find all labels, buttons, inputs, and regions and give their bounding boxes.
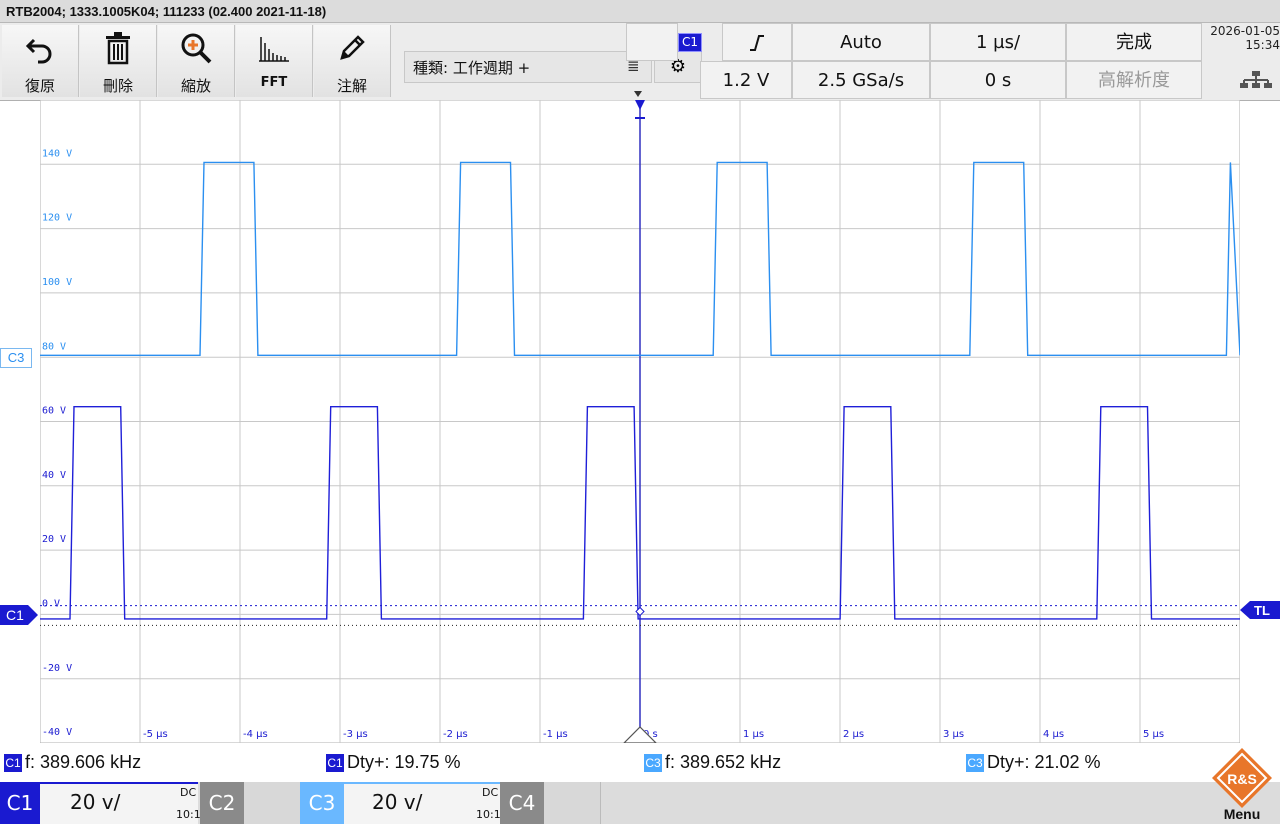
undo-button[interactable]: 復原 xyxy=(2,25,79,97)
logo-text: R&S xyxy=(1227,771,1257,787)
annotate-button[interactable]: 注解 xyxy=(314,25,391,97)
c1-y-tick-label: -40 V xyxy=(42,727,72,738)
x-tick-label: -5 µs xyxy=(143,729,168,740)
graticule xyxy=(40,100,1240,743)
x-tick-label: -1 µs xyxy=(543,729,568,740)
hires-mode[interactable]: 高解析度 xyxy=(1066,61,1202,99)
channel-c1-scale: 20 v/ xyxy=(70,790,121,814)
menu-button[interactable]: R&S Menu xyxy=(1206,746,1278,824)
measurement-c1-frequency[interactable]: C1 f: 389.606 kHz xyxy=(4,752,141,773)
channel-c3-name: C3 xyxy=(300,782,344,824)
sample-rate[interactable]: 2.5 GSa/s xyxy=(792,61,930,99)
measurement-c1-duty[interactable]: C1 Dty+: 19.75 % xyxy=(326,752,461,773)
delete-button[interactable]: 刪除 xyxy=(80,25,157,97)
network-icon[interactable] xyxy=(1240,70,1272,94)
channel-c3-scale: 20 v/ xyxy=(372,790,423,814)
x-tick-label: 1 µs xyxy=(743,729,764,740)
c3-y-tick-label: 140 V xyxy=(42,148,72,159)
c1-y-tick-label: -20 V xyxy=(42,663,72,674)
date-text: 2026-01-05 xyxy=(1210,24,1280,38)
channel-c2-tab[interactable]: C2 xyxy=(200,782,300,824)
time-offset[interactable]: 0 s xyxy=(930,61,1066,99)
trigger-source-badge[interactable]: C1 xyxy=(678,33,702,52)
measurement-text: f: 389.606 kHz xyxy=(25,752,142,772)
delete-label: 刪除 xyxy=(102,77,133,95)
channel-c1-probe: 10:1 xyxy=(176,808,201,821)
menu-label: Menu xyxy=(1223,806,1261,822)
pencil-icon xyxy=(314,31,390,65)
channel-c1-tab[interactable]: C1 20 v/ DC 10:1 xyxy=(0,782,201,824)
c1-y-tick-label: 0 V xyxy=(42,598,60,609)
trash-icon xyxy=(80,31,156,65)
window-title: RTB2004; 1333.1005K04; 111233 (02.400 20… xyxy=(0,0,1280,23)
c1-y-tick-label: 60 V xyxy=(42,406,66,417)
channel-c4-name: C4 xyxy=(500,782,544,824)
c3-y-tick-label: 100 V xyxy=(42,277,72,288)
x-tick-label: 2 µs xyxy=(843,729,864,740)
c3-badge: C3 xyxy=(966,754,984,773)
c1-y-tick-label: 20 V xyxy=(42,534,66,545)
x-tick-label: 4 µs xyxy=(1043,729,1064,740)
channel-c4-tab[interactable]: C4 xyxy=(500,782,601,824)
channel-c3-coupling: DC xyxy=(482,786,499,799)
measurement-c3-duty[interactable]: C3 Dty+: 21.02 % xyxy=(966,752,1101,773)
datetime: 2026-01-05 15:34 xyxy=(1204,24,1280,52)
rising-edge-icon xyxy=(750,35,764,51)
time-text: 15:34 xyxy=(1245,38,1280,52)
trigger-level-marker-text: TL xyxy=(1254,603,1270,618)
measurement-text: Dty+: 19.75 % xyxy=(347,752,461,772)
trigger-panel-spacer xyxy=(626,23,678,61)
channel-c1-name: C1 xyxy=(0,782,40,824)
timebase-scale[interactable]: 1 µs/ xyxy=(930,23,1066,61)
x-tick-label: 5 µs xyxy=(1143,729,1164,740)
rs-logo-icon: R&S xyxy=(1212,748,1272,808)
undo-icon xyxy=(2,31,78,65)
annotate-label: 注解 xyxy=(336,77,367,95)
zoom-in-icon xyxy=(158,31,234,65)
zoom-button[interactable]: 縮放 xyxy=(158,25,235,97)
channel-c1-coupling: DC xyxy=(180,786,197,799)
channel-c2-name: C2 xyxy=(200,782,244,824)
channel-c3-tab[interactable]: C3 20 v/ DC 10:1 xyxy=(300,782,501,824)
chevron-down-icon[interactable] xyxy=(634,91,642,97)
c1-badge: C1 xyxy=(4,754,22,773)
c1-offset-marker[interactable]: C1 xyxy=(0,605,40,629)
c1-y-tick-label: 40 V xyxy=(42,470,66,481)
c3-offset-marker[interactable]: C3 xyxy=(0,348,32,368)
zoom-label: 縮放 xyxy=(180,77,211,95)
measurement-type-label: 種類: 工作週期 + xyxy=(413,59,531,77)
trigger-mode[interactable]: Auto xyxy=(792,23,930,61)
trigger-slope-button[interactable] xyxy=(722,23,792,61)
x-tick-label: 3 µs xyxy=(943,729,964,740)
fft-button[interactable]: FFT xyxy=(236,25,313,97)
channel-c3-probe: 10:1 xyxy=(476,808,501,821)
trigger-level-marker[interactable]: TL xyxy=(1240,601,1280,623)
c1-badge: C1 xyxy=(326,754,344,773)
waveform-display[interactable]: 140 V 120 V 100 V 80 V 60 V 40 V 20 V 0 V -20 V -… xyxy=(40,100,1240,743)
x-tick-label: -2 µs xyxy=(443,729,468,740)
fft-label: FFT xyxy=(260,75,288,90)
c3-y-tick-label: 80 V xyxy=(42,341,66,352)
trigger-level[interactable]: 1.2 V xyxy=(700,61,792,99)
measurement-text: f: 389.652 kHz xyxy=(665,752,782,772)
x-tick-label: -3 µs xyxy=(343,729,368,740)
x-tick-label: -4 µs xyxy=(243,729,268,740)
measurement-type-selector[interactable]: 種類: 工作週期 + ≣ xyxy=(404,51,652,83)
acquisition-status[interactable]: 完成 xyxy=(1066,23,1202,61)
c1-marker-text: C1 xyxy=(6,607,24,623)
undo-label: 復原 xyxy=(24,77,55,95)
c3-y-tick-label: 120 V xyxy=(42,213,72,224)
fft-spectrum-icon xyxy=(236,31,312,65)
measurement-text: Dty+: 21.02 % xyxy=(987,752,1101,772)
measurement-c3-frequency[interactable]: C3 f: 389.652 kHz xyxy=(644,752,781,773)
toolbar: 復原 刪除 縮放 FFT 注解 種類: 工作週期 + ≣ ⚙ C1 1.2 V … xyxy=(0,23,1280,101)
c3-badge: C3 xyxy=(644,754,662,773)
